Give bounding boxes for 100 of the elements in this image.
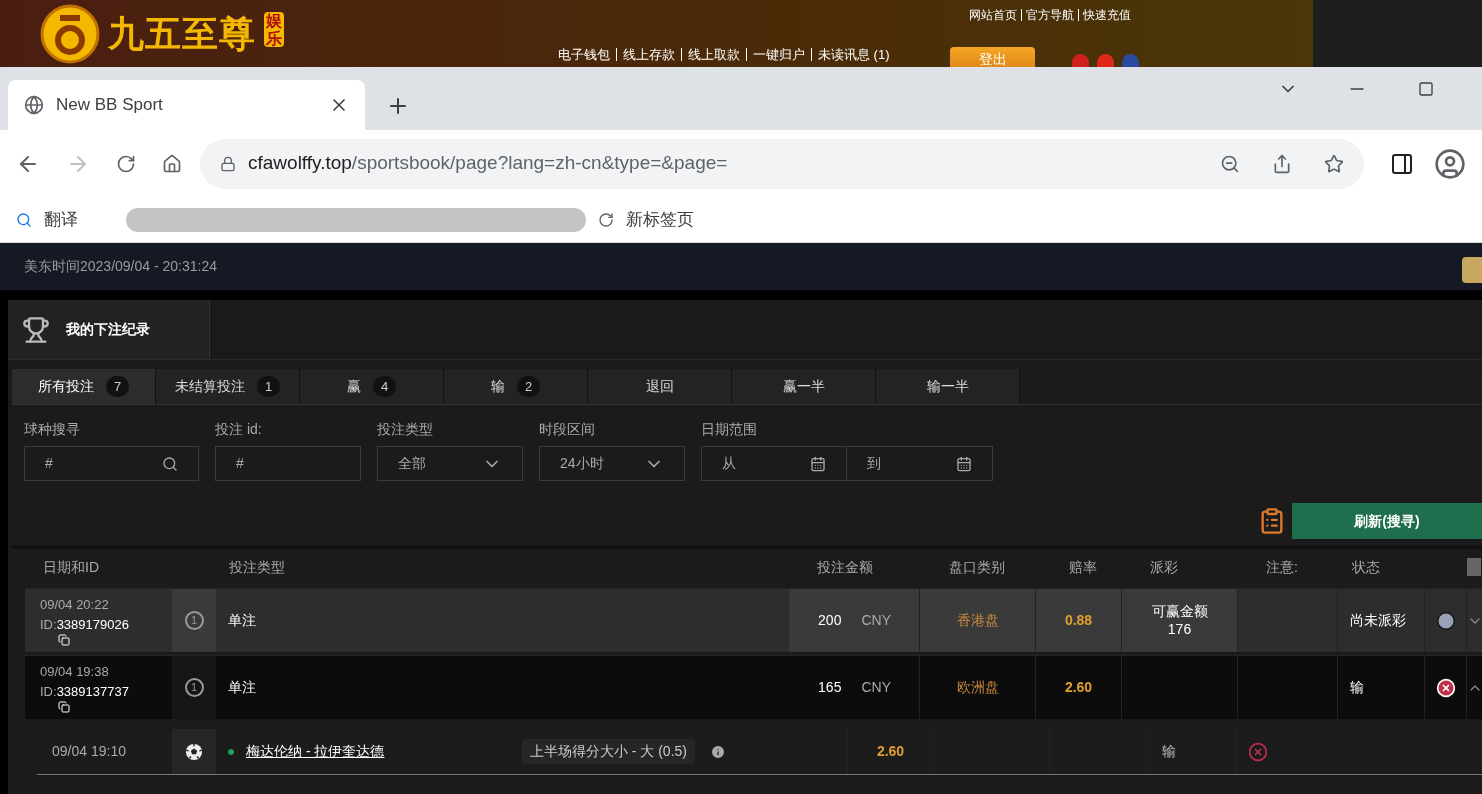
filter-tab[interactable]: 赢一半 xyxy=(732,369,876,404)
leg-count-icon: 1 xyxy=(184,678,204,697)
info-icon[interactable] xyxy=(709,743,726,760)
soccer-ball-icon xyxy=(185,742,203,761)
leg-status: 输 xyxy=(1162,742,1176,761)
select-field[interactable]: 24小时 xyxy=(539,446,685,481)
search-field[interactable]: # xyxy=(24,446,199,481)
filter-label: 时段区间 xyxy=(539,420,596,439)
side-panel-icon[interactable] xyxy=(1390,151,1414,176)
bookmark-star-icon[interactable] xyxy=(1324,153,1344,174)
column-header: 赔率 xyxy=(1068,557,1098,577)
tab-title: New BB Sport xyxy=(56,94,164,117)
column-header: 派彩 xyxy=(1149,557,1179,577)
id-label: ID: xyxy=(40,682,57,701)
payout-label: 可赢金额 xyxy=(1151,603,1208,621)
address-field[interactable]: cfawolffy.top/sportsbook/page?lang=zh-cn&type=&page= xyxy=(200,138,1364,189)
filter-tab[interactable]: 未结算投注 1 xyxy=(156,369,300,404)
share-icon[interactable] xyxy=(1272,153,1292,174)
lost-icon xyxy=(1435,677,1456,698)
logo-icon xyxy=(40,3,100,64)
odds: 0.88 xyxy=(1064,611,1093,630)
profile-icon[interactable] xyxy=(1434,147,1466,180)
bookmark-link[interactable]: 新标签页 xyxy=(626,206,694,233)
clock-icon xyxy=(1435,610,1456,631)
account-link[interactable]: 线上存款 xyxy=(616,48,675,61)
url-path: /sportsbook/page?lang=zh-cn&type=&page= xyxy=(351,152,728,174)
input-field[interactable]: # xyxy=(215,446,361,481)
trophy-icon xyxy=(22,315,50,344)
bet-row[interactable]: 09/04 19:38 ID:3389137737 1 单注 165 CNY 欧洲盘 2.60 输 xyxy=(25,655,1482,719)
maximize-icon[interactable] xyxy=(1418,81,1434,97)
calendar-icon xyxy=(956,455,972,472)
select-field[interactable]: 全部 xyxy=(377,446,523,481)
bet-row[interactable]: 09/04 20:22 ID:3389179026 1 单注 200 CNY 香港盘 0.88 可赢金额 176 尚未派彩 xyxy=(25,588,1482,652)
column-header: 投注金额 xyxy=(816,557,874,577)
filter-tab[interactable]: 退回 xyxy=(588,369,732,404)
bet-amount: 200 xyxy=(818,611,842,630)
logo-text: 九五至尊 xyxy=(108,11,256,56)
copy-icon[interactable] xyxy=(58,634,70,646)
bet-date: 09/04 19:38 xyxy=(40,663,110,681)
browser-tab[interactable]: New BB Sport xyxy=(8,80,365,130)
payout-amount: 176 xyxy=(1167,620,1192,638)
leg-time: 09/04 19:10 xyxy=(52,742,126,761)
bookmark-link[interactable]: 翻译 xyxy=(44,206,78,233)
odds: 2.60 xyxy=(1064,678,1093,697)
count-badge: 7 xyxy=(105,375,130,398)
filter-tab[interactable]: 输一半 xyxy=(876,369,1020,404)
url-domain: cfawolffy.top xyxy=(248,152,352,174)
home-icon[interactable] xyxy=(162,153,182,174)
top-link[interactable]: 快速充值 xyxy=(1078,9,1131,21)
top-link[interactable]: 网站首页 xyxy=(969,9,1017,21)
filter-label: 球种搜寻 xyxy=(24,420,81,439)
column-header: 日期和ID xyxy=(42,557,100,577)
account-link[interactable]: 未读讯息 (1) xyxy=(811,48,890,61)
copy-icon[interactable] xyxy=(58,701,70,713)
bet-pick: 上半场得分大小 - 大 (0.5) xyxy=(521,739,695,764)
globe-icon xyxy=(24,95,44,115)
account-link[interactable]: 一键归户 xyxy=(746,48,805,61)
reload-icon[interactable] xyxy=(116,153,136,174)
bet-type: 单注 xyxy=(228,678,256,697)
account-link[interactable]: 线上取款 xyxy=(681,48,740,61)
calendar-icon xyxy=(810,455,826,472)
column-header: 盘口类别 xyxy=(948,557,1006,577)
bet-status: 尚未派彩 xyxy=(1350,611,1406,630)
filter-tab[interactable]: 赢 4 xyxy=(300,369,444,404)
market-type: 欧洲盘 xyxy=(956,678,999,697)
panel-title: 我的下注纪录 xyxy=(66,320,150,339)
column-header: 状态 xyxy=(1351,557,1381,577)
search-icon xyxy=(162,455,178,472)
refresh-button[interactable]: 刷新(搜寻) xyxy=(1292,503,1482,539)
currency: CNY xyxy=(861,678,891,697)
zoom-out-icon[interactable] xyxy=(1220,153,1240,174)
match-link[interactable]: 梅达伦纳 - 拉伊奎达德 xyxy=(246,741,385,762)
bet-amount: 165 xyxy=(818,678,842,697)
lock-icon xyxy=(220,155,236,172)
count-badge: 4 xyxy=(372,375,397,398)
market-type: 香港盘 xyxy=(956,611,999,630)
leg-count-icon: 1 xyxy=(184,611,204,630)
filter-tab[interactable]: 所有投注 7 xyxy=(12,369,156,404)
clock-text: 美东时间2023/09/04 - 20:31:24 xyxy=(24,257,217,276)
bet-date: 09/04 20:22 xyxy=(40,596,110,614)
flag-icon[interactable] xyxy=(1097,54,1114,67)
column-header: 投注类型 xyxy=(228,557,286,577)
bookmark-icon xyxy=(598,211,614,228)
leg-odds: 2.60 xyxy=(876,742,905,761)
logo-side-text: 娱乐 xyxy=(263,12,285,48)
account-link[interactable]: 电子钱包 xyxy=(558,48,610,61)
bet-type: 单注 xyxy=(228,611,256,630)
search-icon[interactable] xyxy=(16,211,32,228)
filter-tab[interactable]: 输 2 xyxy=(444,369,588,404)
filter-label: 投注类型 xyxy=(377,420,434,439)
date-field[interactable]: 从 xyxy=(701,446,847,481)
bet-id: 3389137737 xyxy=(56,682,129,701)
bet-id: 3389179026 xyxy=(56,615,129,634)
filter-label: 投注 id: xyxy=(215,420,263,439)
top-link[interactable]: 官方导航 xyxy=(1021,9,1074,21)
date-field[interactable]: 到 xyxy=(847,446,993,481)
count-badge: 2 xyxy=(516,375,541,398)
id-label: ID: xyxy=(40,615,57,634)
filter-label: 日期范围 xyxy=(701,420,758,439)
lost-icon xyxy=(1248,741,1268,762)
